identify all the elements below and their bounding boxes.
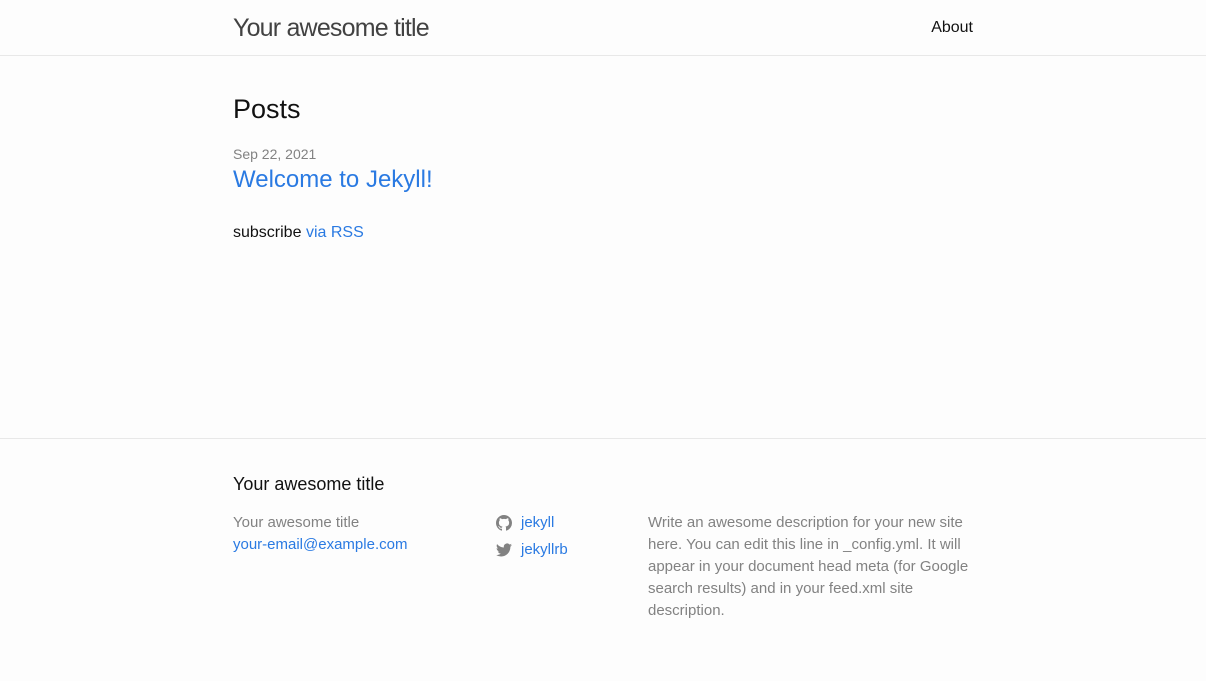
footer-contact-name: Your awesome title [233,514,360,531]
post-list: Sep 22, 2021 Welcome to Jekyll! [233,145,973,195]
github-link[interactable]: jekyll [521,512,554,534]
post-list-heading: Posts [233,94,301,124]
social-item-github: jekyll [496,512,648,534]
social-item-twitter: jekyllrb [496,539,648,561]
footer-wrapper: Your awesome title Your awesome title yo… [233,472,973,622]
page-content: Posts Sep 22, 2021 Welcome to Jekyll! su… [0,56,1206,438]
post-title-link[interactable]: Welcome to Jekyll! [233,165,433,195]
site-title-link[interactable]: Your awesome title [233,14,430,43]
footer-description-col: Write an awesome description for your ne… [648,512,973,622]
site-nav: About [931,19,973,37]
twitter-icon [496,542,512,558]
footer-email-link[interactable]: your-email@example.com [233,536,407,553]
rss-subscribe: subscribe via RSS [233,221,973,245]
github-icon [496,515,512,531]
site-description: Write an awesome description for your ne… [648,514,969,619]
rss-link[interactable]: via RSS [306,224,364,241]
site-header: Your awesome title About [0,0,1206,56]
footer-contact: Your awesome title your-email@example.co… [233,512,496,622]
footer-social: jekyll jekyllrb [496,512,648,622]
post-date: Sep 22, 2021 [233,146,317,162]
content-wrapper: Posts Sep 22, 2021 Welcome to Jekyll! su… [233,93,973,245]
footer-heading: Your awesome title [233,474,385,494]
header-wrapper: Your awesome title About [233,0,973,56]
rss-prefix: subscribe [233,224,302,241]
site-footer: Your awesome title Your awesome title yo… [0,438,1206,681]
twitter-link[interactable]: jekyllrb [521,539,568,561]
nav-link-about[interactable]: About [931,19,973,36]
footer-columns: Your awesome title your-email@example.co… [233,512,973,622]
post-list-item: Sep 22, 2021 Welcome to Jekyll! [233,145,973,195]
